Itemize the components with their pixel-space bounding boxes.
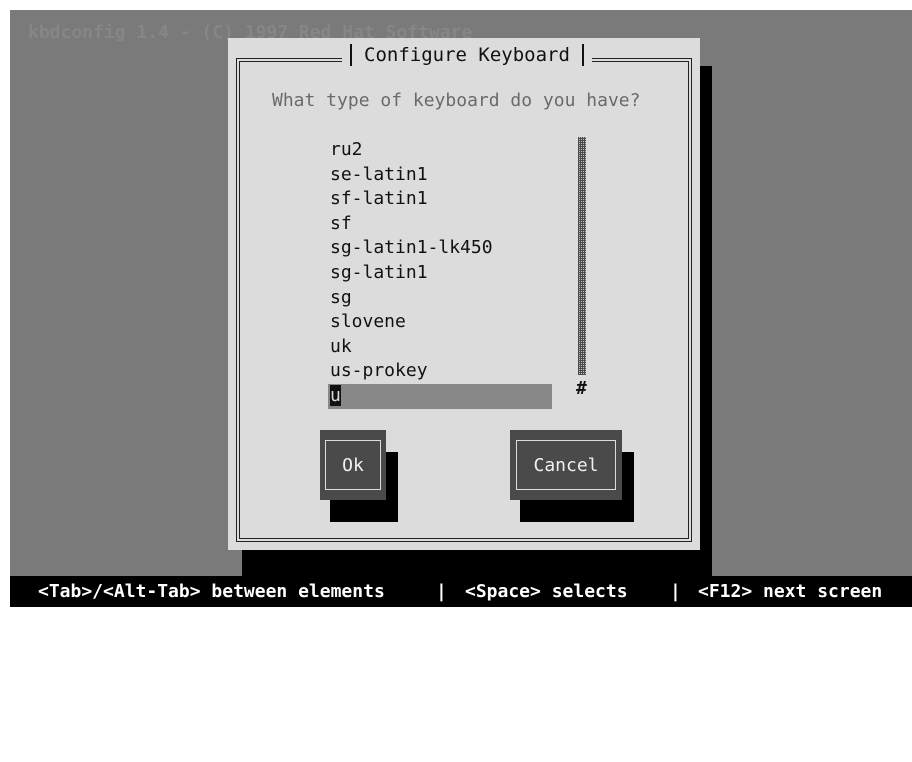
configure-keyboard-dialog: Configure Keyboard What type of keyboard… [228,38,700,550]
scrollbar-thumb[interactable]: # [576,378,587,399]
ok-button[interactable]: Ok [320,430,386,500]
list-item-selected[interactable]: us [328,383,552,409]
keyboard-list[interactable]: ru2 se-latin1 sf-latin1 sf sg-latin1-lk4… [328,138,558,409]
list-item[interactable]: sg-latin1 [328,261,558,286]
list-item[interactable]: slovene [328,310,558,335]
status-bar: <Tab>/<Alt-Tab> between elements | <Spac… [10,576,912,607]
list-scrollbar[interactable] [578,137,586,375]
list-item[interactable]: sg [328,286,558,311]
list-item[interactable]: sf-latin1 [328,187,558,212]
title-right-bracket [581,44,584,66]
hint-tab: <Tab>/<Alt-Tab> between elements [38,581,385,602]
list-item[interactable]: se-latin1 [328,163,558,188]
hint-f12: <F12> next screen [698,581,883,602]
status-separator: | [436,581,447,602]
hint-space: <Space> selects [465,581,628,602]
dialog-prompt: What type of keyboard do you have? [272,90,641,111]
list-item[interactable]: sf [328,212,558,237]
selected-item-rest: s [340,384,352,406]
cancel-button-label: Cancel [533,454,599,476]
list-item[interactable]: uk [328,335,558,360]
text-cursor: u [330,384,341,406]
list-item[interactable]: sg-latin1-lk450 [328,236,558,261]
cancel-button[interactable]: Cancel [510,430,622,500]
dialog-title-bar: Configure Keyboard [342,40,592,70]
title-left-bracket [350,44,352,66]
status-separator: | [670,581,681,602]
dialog-title: Configure Keyboard [364,44,570,66]
list-item[interactable]: us-prokey [328,359,558,384]
list-item[interactable]: ru2 [328,138,558,163]
ok-button-label: Ok [342,454,364,476]
